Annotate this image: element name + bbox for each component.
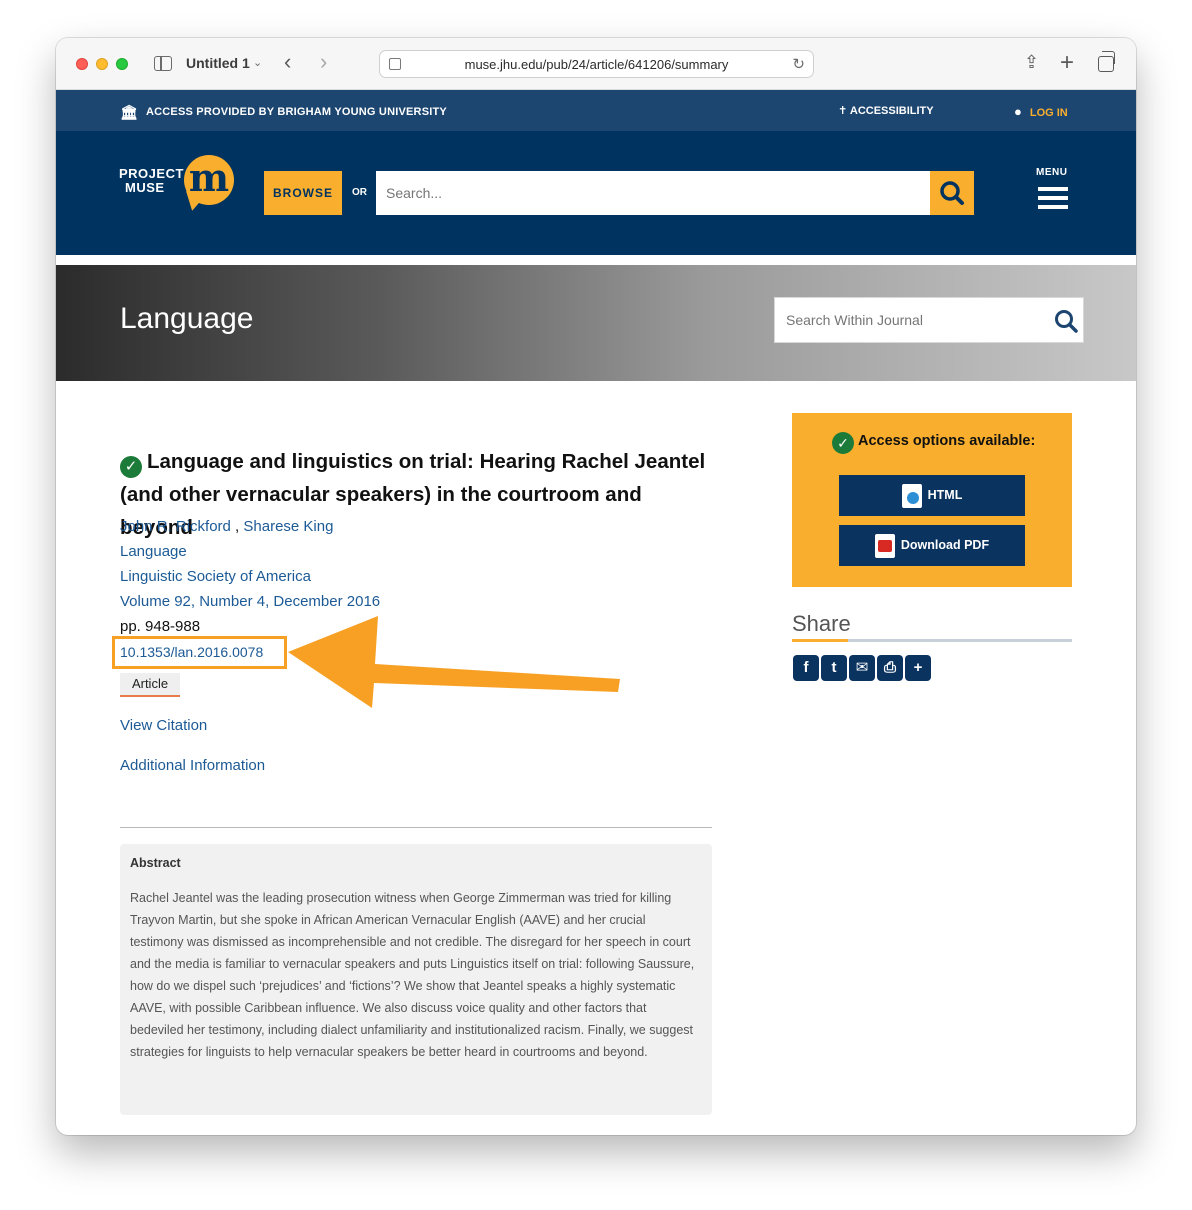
journal-link[interactable]: Language [120,543,187,560]
or-label: OR [352,187,367,198]
additional-information-link[interactable]: Additional Information [120,757,265,774]
institution-icon: 🏛 [120,104,138,120]
publisher-link[interactable]: Linguistic Society of America [120,568,311,585]
share-button-row: f t ✉ ⎙ + [793,655,933,681]
login-label: LOG IN [1029,107,1068,119]
authors-line: John R. Rickford , Sharese King [120,518,333,535]
share-heading: Share [792,611,851,636]
html-document-icon [901,483,922,508]
tab-overview-icon[interactable] [1098,51,1115,72]
new-tab-icon[interactable]: + [1060,49,1074,77]
logo-line-1: PROJECT [119,166,184,181]
more-share-icon[interactable]: + [905,655,931,681]
doi-link[interactable]: 10.1353/lan.2016.0078 [120,644,263,660]
login-link[interactable]: ● LOG IN [1014,104,1068,119]
issue-link[interactable]: Volume 92, Number 4, December 2016 [120,593,380,610]
chevron-down-icon[interactable]: ⌄ [253,56,262,69]
author-link[interactable]: John R. Rickford [120,518,231,535]
abstract-heading: Abstract [130,856,181,870]
journal-title[interactable]: Language [120,302,253,336]
muse-m-logo-icon[interactable]: m [184,155,234,205]
share-divider [792,639,1072,642]
author-separator: , [230,518,244,535]
institution-access-bar: 🏛 ACCESS PROVIDED BY BRIGHAM YOUNG UNIVER… [56,90,1136,131]
abstract-panel: Abstract Rachel Jeantel was the leading … [120,844,712,1115]
author-link[interactable]: Sharese King [243,518,333,535]
journal-search-icon[interactable] [1051,306,1081,336]
content-divider [120,827,712,828]
project-muse-logo[interactable]: PROJECT MUSE [119,167,184,195]
page-range: pp. 948-988 [120,618,201,635]
access-options-label: Access options available: [858,433,1036,449]
institution-access-text: 🏛 ACCESS PROVIDED BY BRIGHAM YOUNG UNIVER… [120,104,447,121]
facebook-icon[interactable]: f [793,655,819,681]
user-icon: ● [1014,104,1022,119]
tab-group-title[interactable]: Untitled 1 [186,55,250,71]
browser-toolbar: Untitled 1 ⌄ ‹ › muse.jhu.edu/pub/24/art… [56,38,1136,90]
zoom-window-button[interactable] [116,58,128,70]
access-check-icon: ✓ [832,432,854,454]
journal-banner: Language [56,265,1136,381]
html-access-button[interactable]: HTML [839,475,1025,516]
hamburger-menu-icon[interactable] [1038,187,1068,209]
site-search-input[interactable] [376,171,931,215]
pdf-document-icon [874,533,895,558]
download-pdf-button[interactable]: Download PDF [839,525,1025,566]
forward-button[interactable]: › [320,50,327,74]
sidebar-toggle-icon[interactable] [154,56,172,71]
accessibility-label: ACCESSIBILITY [849,105,934,117]
article-type-tag: Article [120,673,180,697]
pdf-button-label: Download PDF [900,538,990,552]
annotation-arrow-shape [288,616,620,708]
back-button[interactable]: ‹ [284,50,291,74]
abstract-text: Rachel Jeantel was the leading prosecuti… [130,891,695,1059]
accessibility-link[interactable]: ✝ ACCESSIBILITY [838,104,934,117]
journal-search-box [774,297,1084,343]
access-options-heading: ✓ Access options available: [832,432,1035,454]
minimize-window-button[interactable] [96,58,108,70]
search-icon [940,181,964,205]
accessibility-icon: ✝ [838,105,850,117]
site-search-button[interactable] [930,171,974,215]
journal-search-input[interactable] [775,298,1045,342]
reload-icon[interactable]: ↻ [792,55,805,73]
menu-label: MENU [1036,167,1068,178]
twitter-icon[interactable]: t [821,655,847,681]
url-text[interactable]: muse.jhu.edu/pub/24/article/641206/summa… [380,57,813,72]
site-header: PROJECT MUSE m BROWSE OR MENU [56,131,1136,255]
view-citation-link[interactable]: View Citation [120,717,207,734]
html-button-label: HTML [927,488,963,502]
browser-window: Untitled 1 ⌄ ‹ › muse.jhu.edu/pub/24/art… [56,38,1136,1135]
address-bar[interactable]: muse.jhu.edu/pub/24/article/641206/summa… [379,50,814,78]
access-check-icon: ✓ [120,456,142,478]
print-icon[interactable]: ⎙ [877,655,903,681]
close-window-button[interactable] [76,58,88,70]
logo-line-2: MUSE [125,180,165,195]
access-provided-label: ACCESS PROVIDED BY BRIGHAM YOUNG UNIVERS… [145,106,447,118]
email-icon[interactable]: ✉ [849,655,875,681]
share-page-icon[interactable]: ⇪ [1024,52,1039,73]
browse-button[interactable]: BROWSE [264,171,342,215]
access-options-panel: ✓ Access options available: HTML Download… [792,413,1072,587]
